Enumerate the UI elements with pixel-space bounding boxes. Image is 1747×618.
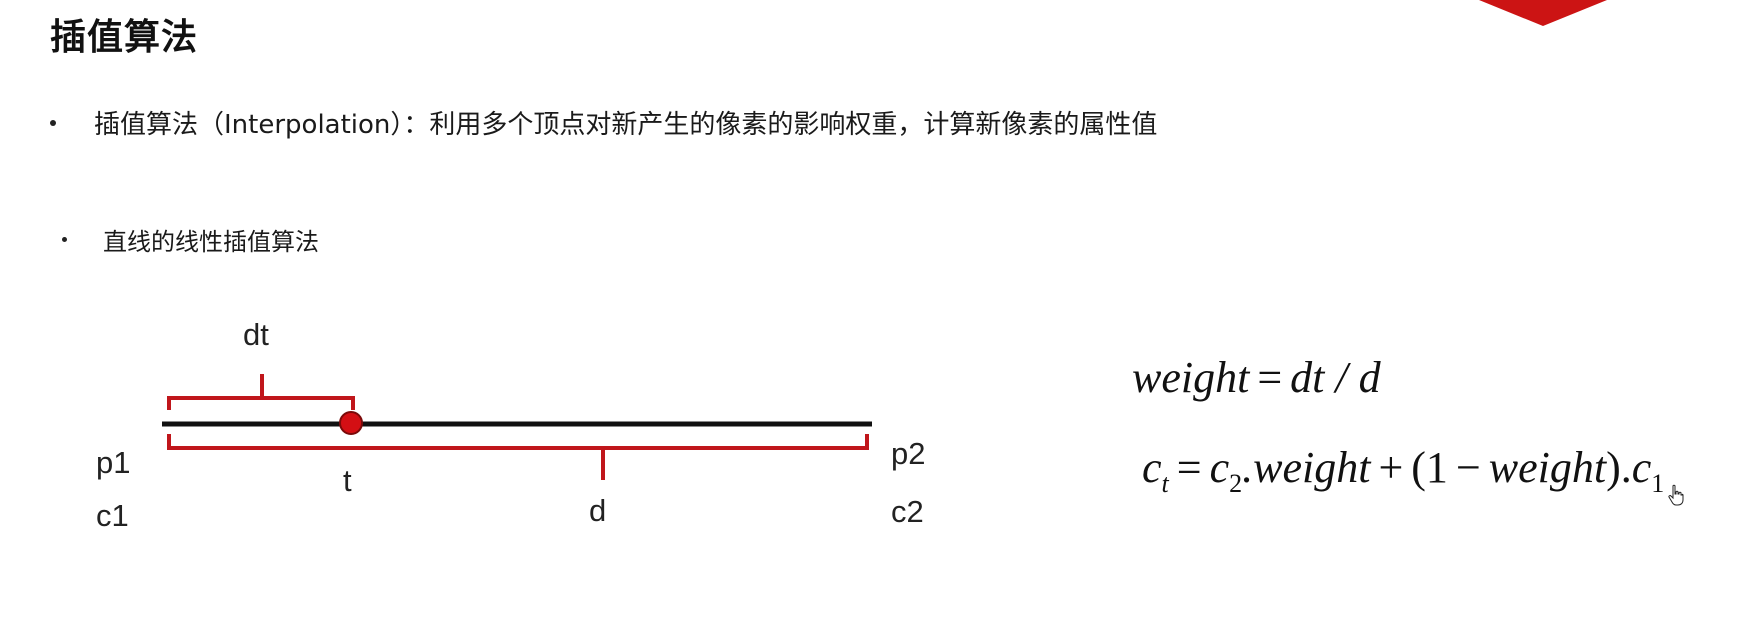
label-d: d [589, 493, 606, 528]
ct-symbol: c [1142, 443, 1162, 492]
label-p2: p2 [891, 436, 925, 471]
weight-rhs: dt / d [1290, 353, 1381, 402]
c2-subscript: 2 [1229, 469, 1243, 498]
c1-subscript: 1 [1651, 469, 1665, 498]
label-t: t [343, 463, 352, 498]
paren-open: (1 [1411, 443, 1448, 492]
c2-symbol: c [1209, 443, 1230, 492]
dt-bracket [167, 374, 355, 410]
label-dt: dt [243, 317, 269, 352]
c1-symbol: c [1631, 443, 1652, 492]
weight-term-1: .weight [1242, 443, 1371, 492]
weight-lhs: weight [1132, 353, 1250, 402]
d-bracket [167, 434, 869, 480]
ct-subscript: t [1161, 469, 1169, 498]
point-t [339, 411, 363, 435]
label-c2: c2 [891, 494, 924, 529]
label-c1: c1 [96, 498, 129, 533]
weight-term-2: weight [1488, 443, 1607, 492]
equals-sign: = [1257, 353, 1283, 402]
equals-sign: = [1176, 443, 1202, 492]
red-triangle-decoration [1479, 0, 1607, 26]
corner-decoration [1479, 0, 1607, 26]
color-interpolation-formula: ct = c2.weight + (1− weight).c1 [1142, 442, 1664, 497]
minus-sign: − [1455, 443, 1481, 492]
label-p1: p1 [96, 445, 130, 480]
paren-close: ). [1606, 443, 1632, 492]
plus-sign: + [1378, 443, 1404, 492]
hand-pointer-icon [1668, 484, 1684, 506]
linear-interpolation-diagram: dt p1 c1 t d p2 c2 [96, 317, 925, 533]
weight-formula: weight = dt / d [1132, 352, 1381, 403]
